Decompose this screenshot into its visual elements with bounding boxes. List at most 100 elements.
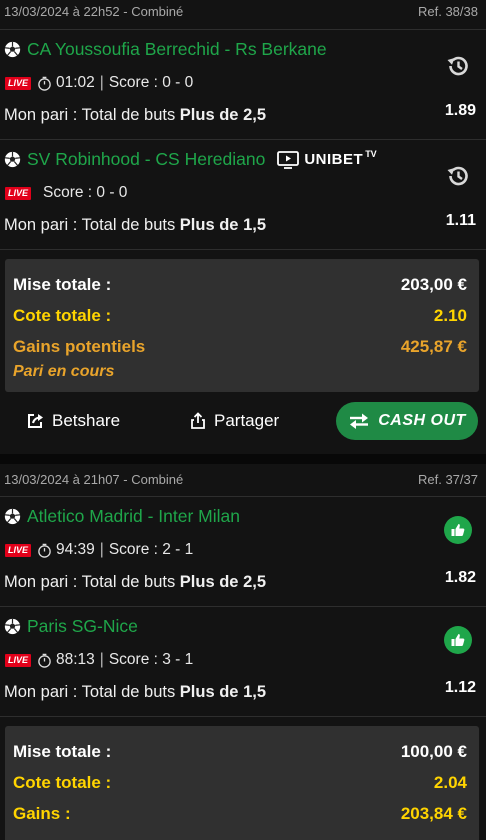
selection-title: CA Youssoufia Berrechid - Rs Berkane (4, 39, 327, 60)
history-icon (447, 166, 468, 186)
match-time: 01:02 (56, 74, 95, 91)
football-icon (4, 508, 21, 525)
bet-summary: Mise totale : 203,00 € Cote totale : 2.1… (5, 259, 479, 392)
live-row: LIVE 94:39 | Score : 2 - 1 (5, 541, 193, 559)
total-odds-label: Cote totale : (13, 306, 112, 325)
selection-odd: 1.12 (444, 679, 476, 696)
selection-odd: 1.89 (444, 102, 476, 119)
swap-arrows-icon (350, 413, 369, 429)
bet-description: Mon pari : Total de buts Plus de 1,5 (4, 683, 266, 702)
bet-description: Mon pari : Total de buts Plus de 2,5 (4, 573, 266, 592)
bet-actions: Betshare Partager CASH OUT (0, 393, 486, 451)
bet-pick: Plus de 1,5 (179, 683, 267, 701)
bet-ref: Ref. 38/38 (418, 3, 478, 19)
bet-card-1: 13/03/2024 à 22h52 - Combiné Ref. 38/38 … (0, 0, 486, 250)
total-stake-value: 100,00 € (400, 742, 467, 761)
live-row: LIVE 88:13 | Score : 3 - 1 (5, 651, 193, 669)
upload-share-icon (191, 412, 205, 429)
total-stake-label: Mise totale : (13, 742, 112, 761)
bet-pick: Plus de 2,5 (179, 106, 267, 124)
thumbs-up-icon (444, 516, 472, 544)
bet-market: Mon pari : Total de buts (4, 106, 180, 124)
stopwatch-icon (38, 76, 51, 91)
selection-title: Atletico Madrid - Inter Milan (4, 506, 240, 527)
selection-odd: 1.82 (444, 569, 476, 586)
total-odds-row: Cote totale : 2.04 (13, 773, 467, 793)
match-name[interactable]: CA Youssoufia Berrechid - Rs Berkane (27, 39, 327, 60)
match-score: Score : 0 - 0 (43, 184, 128, 201)
betshare-label: Betshare (52, 411, 121, 430)
total-odds-label: Cote totale : (13, 773, 112, 792)
gains-label: Gains : (13, 804, 71, 823)
bet-pick: Plus de 1,5 (179, 216, 267, 234)
total-stake-label: Mise totale : (13, 275, 112, 294)
match-name[interactable]: Atletico Madrid - Inter Milan (27, 506, 240, 527)
partager-label: Partager (214, 411, 280, 430)
gains-row: Gains : 203,84 € (13, 804, 467, 824)
separator: | (99, 541, 104, 558)
bet-summary: Mise totale : 100,00 € Cote totale : 2.0… (5, 726, 479, 840)
match-score: Score : 0 - 0 (108, 74, 194, 91)
match-score: Score : 2 - 1 (108, 541, 194, 558)
football-icon (4, 41, 21, 58)
match-score: Score : 3 - 1 (108, 651, 194, 668)
football-icon (4, 618, 21, 635)
total-odds-row: Cote totale : 2.10 (13, 306, 467, 326)
tv-icon (277, 150, 300, 169)
football-icon (4, 151, 21, 168)
bet-date: 13/03/2024 à 22h52 - Combiné (4, 3, 184, 19)
selection-title: SV Robinhood - CS Herediano UNIBET TV (4, 149, 377, 170)
section-separator (0, 454, 486, 464)
partager-button[interactable]: Partager (190, 411, 279, 431)
bet-pick: Plus de 2,5 (179, 573, 267, 591)
unibet-tv-stream[interactable]: UNIBET TV (277, 148, 377, 169)
potential-gains-label: Gains potentiels (13, 337, 146, 356)
selection-odd: 1.11 (445, 212, 476, 229)
bet-status: Pari en cours (13, 363, 115, 380)
bet-market: Mon pari : Total de buts (4, 573, 180, 591)
stopwatch-icon (38, 653, 51, 668)
stream-suffix: TV (365, 148, 377, 159)
selection-row[interactable]: CA Youssoufia Berrechid - Rs Berkane LIV… (0, 30, 486, 139)
live-badge: LIVE (5, 76, 31, 90)
potential-gains-row: Gains potentiels 425,87 € (13, 337, 467, 357)
bet-date: 13/03/2024 à 21h07 - Combiné (4, 471, 184, 487)
total-stake-row: Mise totale : 100,00 € (13, 742, 467, 762)
live-row: LIVE 01:02 | Score : 0 - 0 (5, 74, 193, 92)
divider (0, 716, 486, 717)
match-time: 94:39 (56, 541, 95, 558)
live-row: LIVE Score : 0 - 0 (5, 184, 127, 202)
bet-card-2: 13/03/2024 à 21h07 - Combiné Ref. 37/37 … (0, 468, 486, 717)
bet-description: Mon pari : Total de buts Plus de 2,5 (4, 106, 266, 125)
selection-row[interactable]: Atletico Madrid - Inter Milan LIVE 94:39… (0, 497, 486, 606)
potential-gains-value: 425,87 € (400, 337, 467, 356)
thumbs-up-icon (444, 626, 472, 654)
history-icon (447, 56, 468, 76)
total-odds-value: 2.04 (433, 773, 467, 792)
match-name[interactable]: Paris SG-Nice (27, 616, 138, 637)
total-stake-value: 203,00 € (400, 275, 467, 294)
divider (0, 249, 486, 250)
bet-market: Mon pari : Total de buts (4, 216, 180, 234)
total-stake-row: Mise totale : 203,00 € (13, 275, 467, 295)
stopwatch-icon (38, 543, 51, 558)
match-name[interactable]: SV Robinhood - CS Herediano (27, 149, 265, 170)
bet-market: Mon pari : Total de buts (4, 683, 180, 701)
separator: | (99, 651, 104, 668)
gains-value: 203,84 € (400, 804, 467, 823)
bet-header: 13/03/2024 à 21h07 - Combiné Ref. 37/37 (0, 468, 486, 490)
cash-out-label: CASH OUT (378, 412, 466, 429)
live-badge: LIVE (5, 543, 31, 557)
selection-row[interactable]: Paris SG-Nice LIVE 88:13 | Score : 3 - 1… (0, 607, 486, 716)
stream-brand: UNIBET (304, 151, 364, 168)
betshare-button[interactable]: Betshare (26, 411, 120, 431)
bet-header: 13/03/2024 à 22h52 - Combiné Ref. 38/38 (0, 0, 486, 22)
bet-description: Mon pari : Total de buts Plus de 1,5 (4, 216, 266, 235)
separator: | (99, 74, 104, 91)
cash-out-button[interactable]: CASH OUT (336, 402, 478, 440)
bet-ref: Ref. 37/37 (418, 471, 478, 487)
match-time: 88:13 (56, 651, 95, 668)
selection-row[interactable]: SV Robinhood - CS Herediano UNIBET TV LI… (0, 140, 486, 249)
live-badge: LIVE (5, 653, 31, 667)
share-out-icon (28, 414, 43, 428)
